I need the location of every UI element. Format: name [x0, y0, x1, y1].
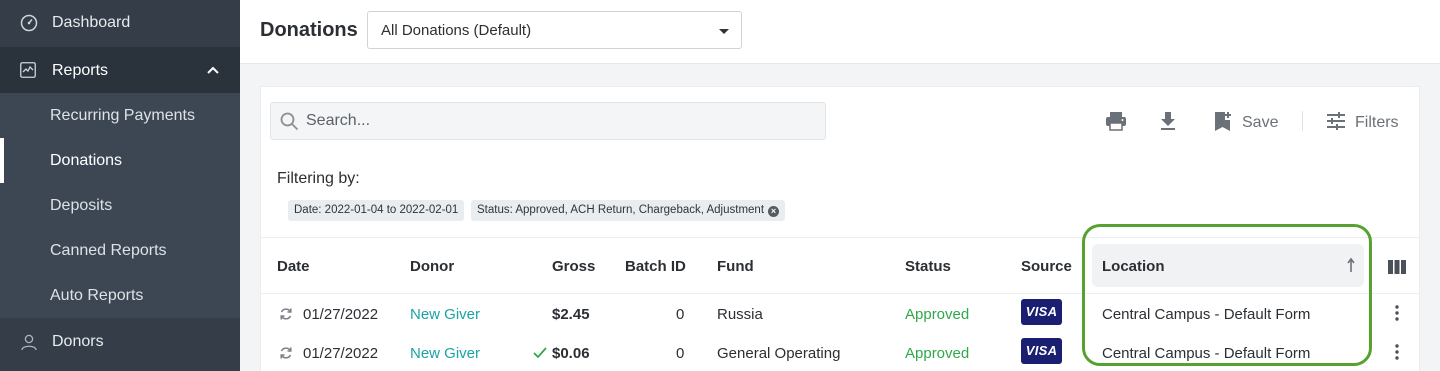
chevron-up-icon[interactable] [206, 63, 220, 77]
cell-donor-link[interactable]: New Giver [410, 306, 480, 323]
download-icon [1161, 112, 1175, 130]
sidebar-item-recurring-payments[interactable]: Recurring Payments [0, 93, 240, 138]
sidebar-item-label: Auto Reports [50, 287, 144, 304]
column-header-source[interactable]: Source [1021, 258, 1072, 275]
cell-status: Approved [905, 345, 970, 362]
search-box[interactable] [270, 102, 826, 140]
sidebar-item-donors[interactable]: Donors [0, 318, 240, 371]
download-button[interactable] [1159, 111, 1179, 133]
view-select[interactable]: All Donations (Default) [367, 11, 742, 49]
cell-gross: $2.45 [552, 306, 590, 323]
sidebar-item-dashboard[interactable]: Dashboard [0, 0, 240, 46]
filters-button[interactable]: Filters [1326, 111, 1402, 133]
visa-card-icon: VISA [1021, 299, 1062, 325]
sidebar-item-deposits[interactable]: Deposits [0, 183, 240, 228]
column-header-donor[interactable]: Donor [410, 258, 454, 275]
sidebar-item-label: Deposits [50, 197, 113, 214]
view-select-value: All Donations (Default) [381, 22, 532, 39]
column-header-status[interactable]: Status [905, 258, 951, 275]
sidebar: Dashboard Reports Recurring Payments Don… [0, 0, 240, 371]
cell-donor-link[interactable]: New Giver [410, 345, 480, 362]
recurring-icon [280, 308, 292, 320]
cell-date: 01/27/2022 [303, 306, 379, 323]
dashboard-icon [20, 14, 38, 32]
sidebar-item-label: Dashboard [52, 14, 131, 31]
location-column-highlight [1082, 224, 1372, 366]
sidebar-item-label: Donors [52, 333, 104, 350]
cell-status: Approved [905, 306, 970, 323]
column-header-date[interactable]: Date [277, 258, 310, 275]
sidebar-item-reports[interactable]: Reports [0, 47, 240, 93]
filter-chip-date: Date: 2022-01-04 to 2022-02-01 [288, 200, 465, 221]
filter-chip-label: Date: 2022-01-04 to 2022-02-01 [294, 204, 459, 216]
bookmark-add-icon [1215, 112, 1231, 131]
cell-date: 01/27/2022 [303, 345, 379, 362]
filtering-label: Filtering by: [277, 170, 360, 187]
toolbar-divider [1302, 111, 1303, 131]
recurring-icon [280, 347, 292, 359]
search-icon [280, 112, 299, 131]
filters-label: Filters [1355, 114, 1399, 131]
more-vertical-icon[interactable] [1395, 305, 1399, 321]
print-button[interactable] [1105, 111, 1127, 133]
search-input[interactable] [306, 112, 806, 130]
page-header: Donations All Donations (Default) [240, 0, 1440, 64]
check-icon [533, 347, 547, 359]
cell-gross: $0.06 [552, 345, 590, 362]
column-header-fund[interactable]: Fund [717, 258, 754, 275]
sidebar-item-auto-reports[interactable]: Auto Reports [0, 273, 240, 318]
cell-fund: General Operating [717, 345, 841, 362]
visa-card-icon: VISA [1021, 338, 1062, 364]
sidebar-item-donations[interactable]: Donations [0, 138, 240, 183]
sidebar-item-canned-reports[interactable]: Canned Reports [0, 228, 240, 273]
caret-down-icon [719, 29, 729, 34]
cell-fund: Russia [717, 306, 763, 323]
more-vertical-icon[interactable] [1395, 344, 1399, 360]
sidebar-item-label: Recurring Payments [50, 107, 195, 124]
filter-chip-status: Status: Approved, ACH Return, Chargeback… [471, 200, 786, 221]
cell-batch-id: 0 [676, 345, 685, 362]
reports-icon [20, 62, 36, 78]
columns-icon[interactable] [1388, 260, 1406, 274]
sidebar-item-label: Donations [50, 152, 123, 169]
save-label: Save [1242, 114, 1279, 131]
save-button[interactable]: Save [1213, 111, 1283, 133]
column-header-gross[interactable]: Gross [552, 258, 595, 275]
remove-filter-icon[interactable]: × [768, 206, 780, 217]
column-header-batch-id[interactable]: Batch ID [625, 258, 686, 275]
page-title: Donations [260, 19, 358, 41]
sidebar-item-label: Reports [52, 62, 109, 79]
filter-chip-label: Status: Approved, ACH Return, Chargeback… [477, 204, 765, 216]
user-icon [21, 334, 37, 351]
cell-batch-id: 0 [676, 306, 685, 323]
filters-icon [1327, 112, 1345, 130]
sidebar-item-label: Canned Reports [50, 242, 167, 259]
printer-icon [1106, 112, 1126, 131]
